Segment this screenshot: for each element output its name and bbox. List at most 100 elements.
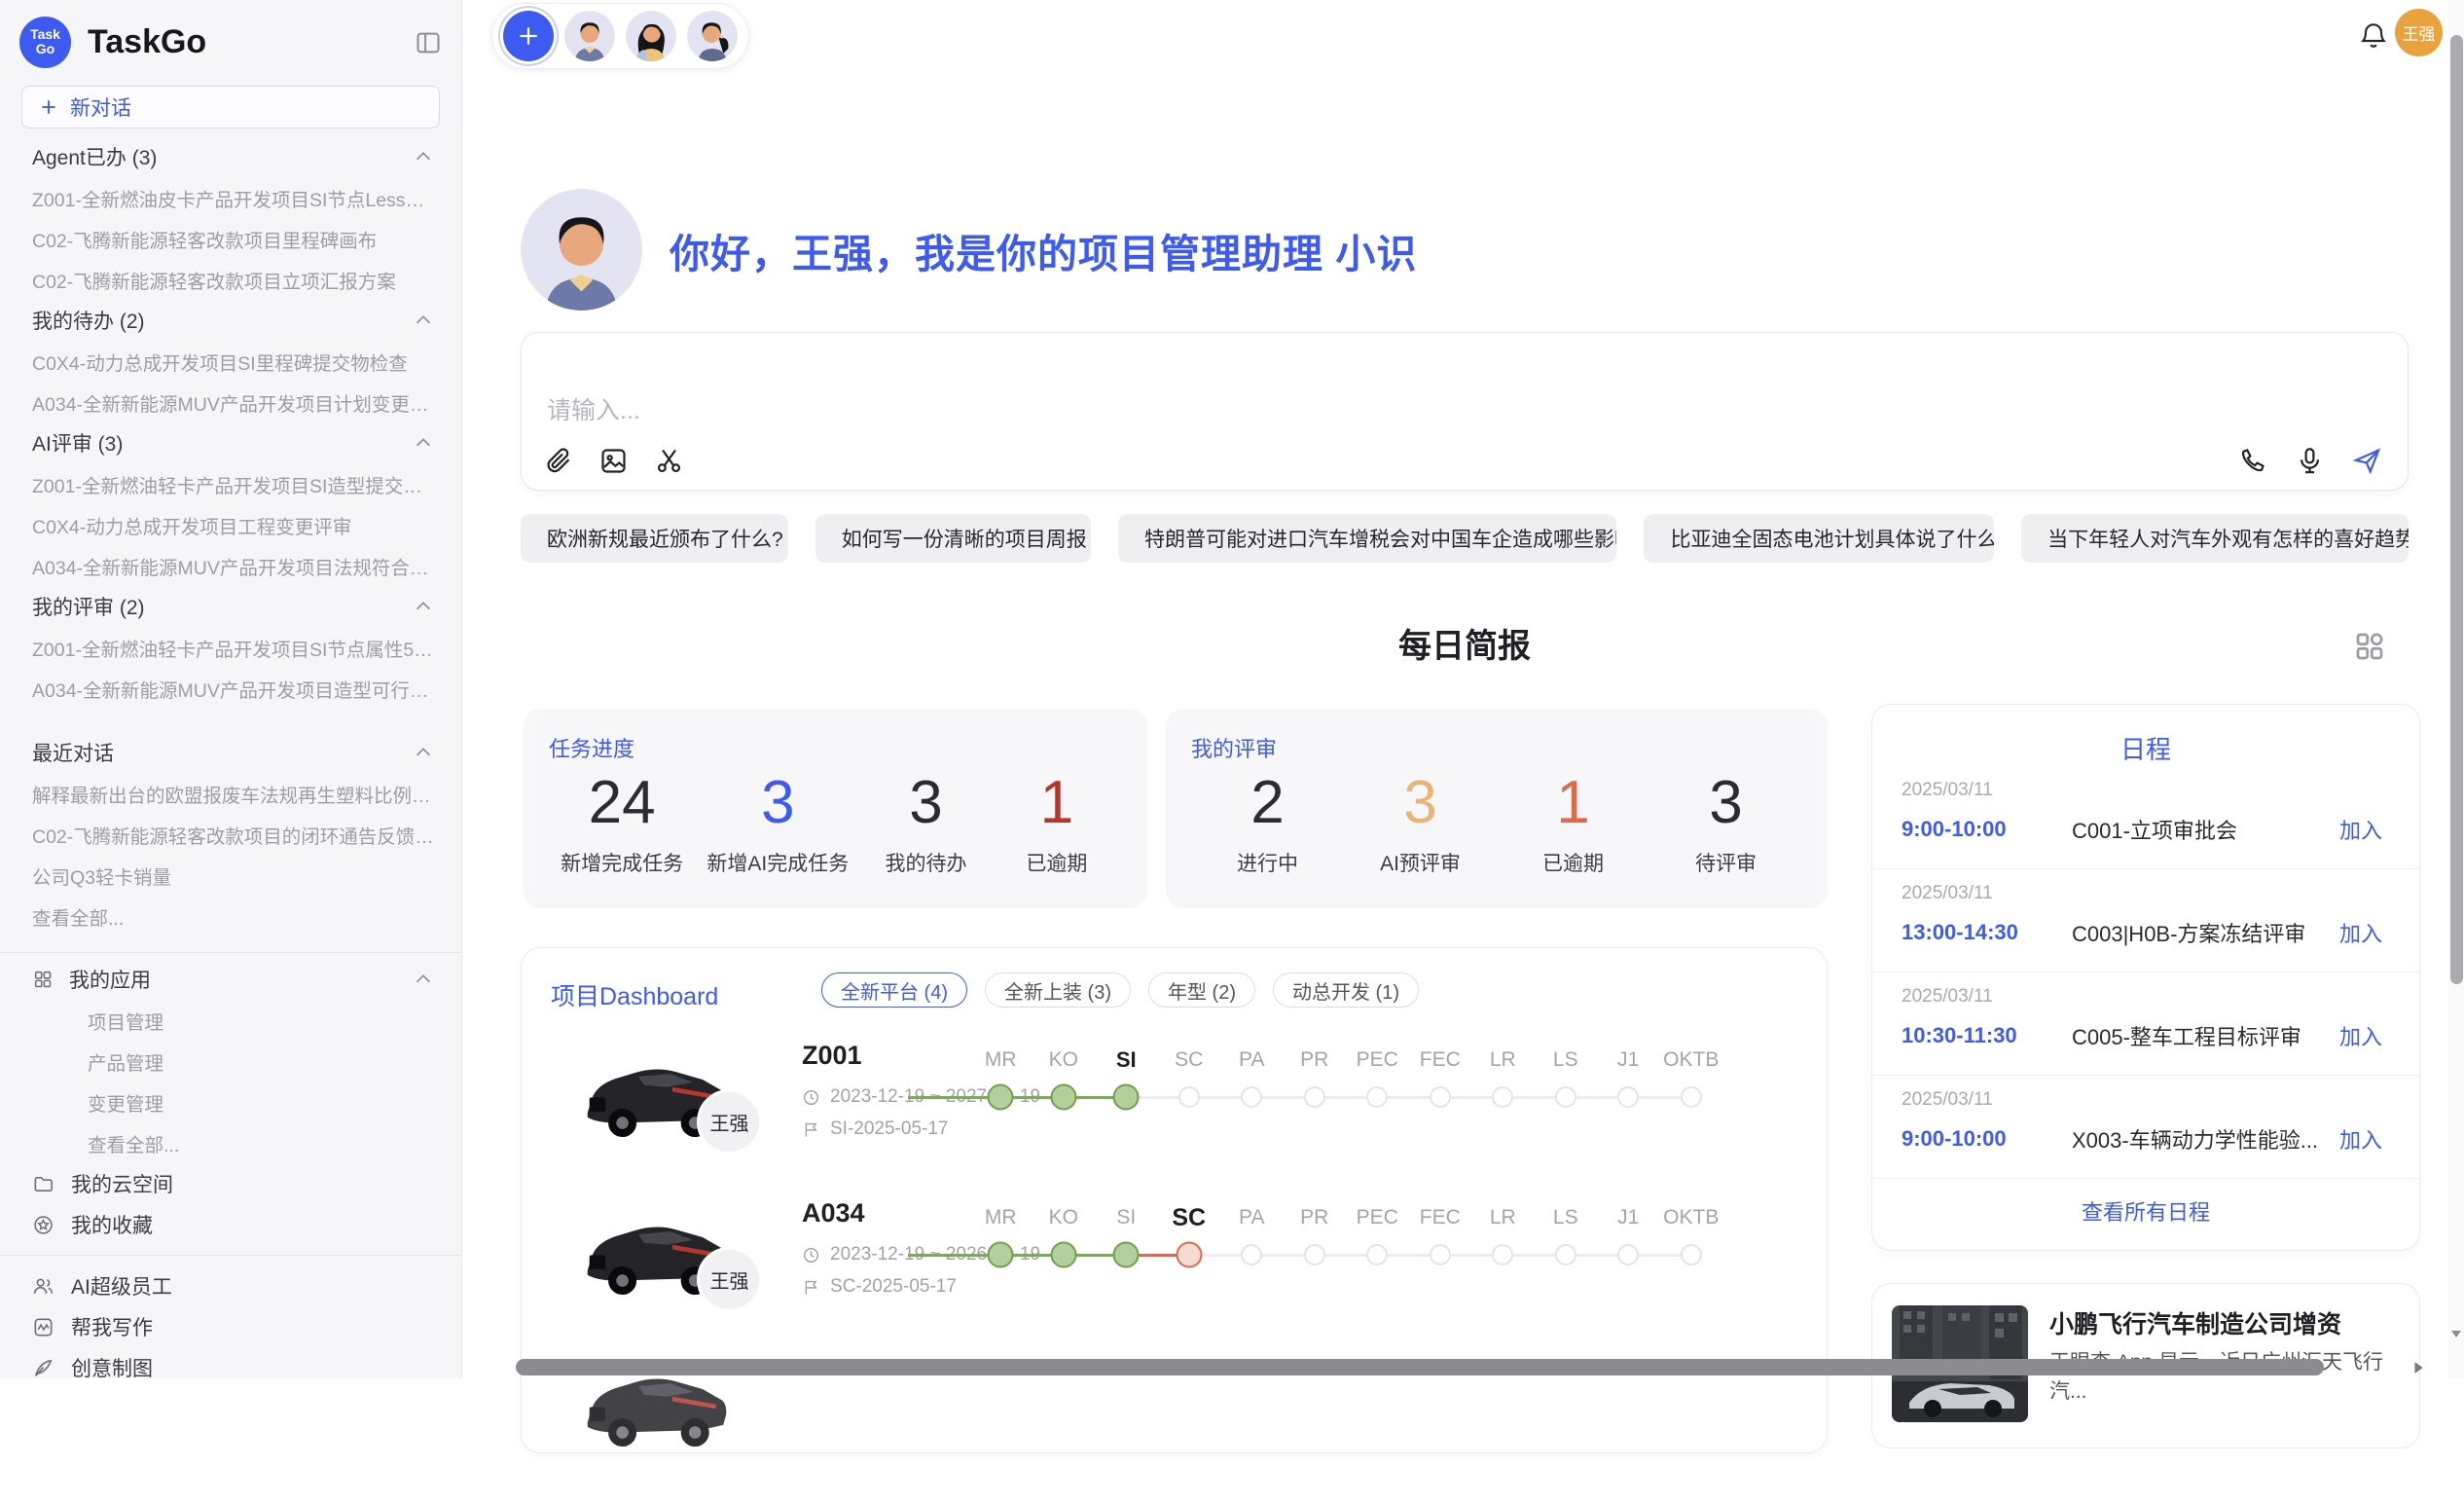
sidebar-link-AI超级员工[interactable]: AI超级员工 bbox=[0, 1265, 461, 1306]
join-meeting-link[interactable]: 加入 bbox=[2339, 814, 2382, 845]
milestone-dot bbox=[1050, 1242, 1076, 1268]
milestone-dot bbox=[1617, 1244, 1639, 1265]
sidebar-section-header[interactable]: 我的评审 (2) bbox=[0, 586, 461, 627]
view-all-schedule-link[interactable]: 查看所有日程 bbox=[1872, 1195, 2419, 1227]
milestone-label: SI bbox=[1095, 1203, 1158, 1232]
milestone-label: PEC bbox=[1346, 1045, 1409, 1075]
sidebar-task-item[interactable]: C02-飞腾新能源轻客改款项目立项汇报方案 bbox=[0, 259, 461, 300]
app-link-item[interactable]: 查看全部... bbox=[0, 1122, 461, 1163]
schedule-time: 9:00-10:00 bbox=[1902, 817, 2072, 842]
schedule-time: 13:00-14:30 bbox=[1902, 920, 2072, 945]
message-composer bbox=[521, 332, 2409, 491]
dashboard-filter-pill[interactable]: 年型 (2) bbox=[1148, 972, 1255, 1008]
stat-card: 任务进度 24 新增完成任务 3 新增AI完成任务 3 我的待办 1 已逾期 bbox=[524, 709, 1147, 908]
app-link-item[interactable]: 产品管理 bbox=[0, 1041, 461, 1081]
stat: 1 已逾期 bbox=[1003, 771, 1110, 877]
dashboard-filter-pill[interactable]: 全新上装 (3) bbox=[985, 972, 1131, 1008]
user-avatar[interactable]: 王强 bbox=[2395, 9, 2443, 56]
sidebar-section-header[interactable]: Agent已办 (3) bbox=[0, 136, 461, 177]
stat-card-title: 任务进度 bbox=[549, 732, 1122, 763]
greeting: 你好，王强，我是你的项目管理助理 小识 bbox=[521, 189, 1417, 311]
sidebar-task-item[interactable]: A034-全新新能源MUV产品开发项目造型可行性评审 bbox=[0, 668, 461, 709]
session-avatar[interactable] bbox=[626, 11, 676, 61]
recent-chat-item[interactable]: C02-飞腾新能源轻客改款项目的闭环通告反馈情况 bbox=[0, 814, 461, 855]
briefing-layout-icon[interactable] bbox=[2352, 629, 2387, 664]
sidebar-link-我的云空间[interactable]: 我的云空间 bbox=[0, 1163, 461, 1204]
dashboard-filter-pill[interactable]: 全新平台 (4) bbox=[821, 972, 967, 1008]
vertical-scrollbar-thumb[interactable] bbox=[2450, 35, 2463, 984]
sidebar-section-header[interactable]: 我的待办 (2) bbox=[0, 300, 461, 341]
greeting-text: 你好，王强，我是你的项目管理助理 小识 bbox=[670, 221, 1417, 279]
app-link-item[interactable]: 变更管理 bbox=[0, 1081, 461, 1122]
new-chat-button[interactable]: 新对话 bbox=[21, 86, 440, 128]
sidebar-link-创意制图[interactable]: 创意制图 bbox=[0, 1347, 461, 1388]
sidebar-section-title: Agent已办 (3) bbox=[32, 142, 413, 171]
notification-bell-icon[interactable] bbox=[2358, 19, 2389, 53]
microphone-icon[interactable] bbox=[2295, 446, 2325, 476]
stat-value: 3 bbox=[1673, 771, 1780, 836]
milestone-track: MR KO SI SC PA PR PEC FEC LR LS bbox=[969, 1203, 1722, 1277]
suggestion-chip[interactable]: 比亚迪全固态电池计划具体说了什么 bbox=[1644, 514, 1994, 563]
milestone-label: OKTB bbox=[1660, 1203, 1723, 1232]
milestone-dot bbox=[1050, 1084, 1076, 1111]
sidebar-collapse-icon[interactable] bbox=[415, 29, 442, 55]
sidebar-task-item[interactable]: Z001-全新燃油皮卡产品开发项目SI节点Lesson Learn报告 bbox=[0, 177, 461, 218]
sidebar-task-item[interactable]: Z001-全新燃油轻卡产品开发项目SI造型提交物评审 bbox=[0, 463, 461, 504]
milestone-dot bbox=[988, 1242, 1014, 1268]
add-session-button[interactable] bbox=[503, 11, 554, 61]
session-switcher bbox=[491, 3, 749, 69]
image-upload-icon[interactable] bbox=[598, 446, 629, 476]
recent-chat-item[interactable]: 公司Q3轻卡销量 bbox=[0, 855, 461, 896]
stat-value: 3 bbox=[1367, 771, 1474, 836]
horizontal-scrollbar-thumb[interactable] bbox=[516, 1359, 2324, 1375]
dashboard-filter-pill[interactable]: 动总开发 (1) bbox=[1273, 972, 1419, 1008]
schedule-date: 2025/03/11 bbox=[1902, 883, 2382, 904]
schedule-card: 日程 2025/03/11 9:00-10:00 C001-立项审批会 加入 2… bbox=[1871, 704, 2420, 1251]
suggestion-chip[interactable]: 特朗普可能对进口汽车增税会对中国车企造成哪些影响 bbox=[1118, 514, 1616, 563]
project-row[interactable]: 王强 A034 2023-12-19 ~ 2026-01-19 SC-2025-… bbox=[522, 1193, 1829, 1351]
milestone-label: LR bbox=[1471, 1203, 1535, 1232]
sidebar-task-item[interactable]: A034-全新新能源MUV产品开发项目法规符合性评审 bbox=[0, 545, 461, 586]
join-meeting-link[interactable]: 加入 bbox=[2339, 1123, 2382, 1155]
sidebar-section: 我的待办 (2) C0X4-动力总成开发项目SI里程碑提交物检查A034-全新新… bbox=[0, 300, 461, 422]
session-avatar[interactable] bbox=[564, 11, 615, 61]
sidebar-section-header[interactable]: AI评审 (3) bbox=[0, 422, 461, 463]
sidebar-task-item[interactable]: C0X4-动力总成开发项目工程变更评审 bbox=[0, 504, 461, 545]
sidebar-section-title: 我的待办 (2) bbox=[32, 306, 413, 335]
sidebar-task-item[interactable]: C0X4-动力总成开发项目SI里程碑提交物检查 bbox=[0, 341, 461, 382]
milestone-label: OKTB bbox=[1660, 1045, 1723, 1075]
session-avatar[interactable] bbox=[687, 11, 738, 61]
milestone-PA: PA bbox=[1220, 1203, 1284, 1277]
scroll-down-arrow-icon[interactable] bbox=[2450, 1328, 2462, 1339]
join-meeting-link[interactable]: 加入 bbox=[2339, 917, 2382, 948]
recent-chats-header[interactable]: 最近对话 bbox=[0, 732, 461, 773]
recent-chat-item[interactable]: 解释最新出台的欧盟报废车法规再生塑料比例被调至15%... bbox=[0, 773, 461, 814]
sidebar-link-帮我写作[interactable]: 帮我写作 bbox=[0, 1306, 461, 1347]
chevron-up-icon bbox=[413, 146, 434, 167]
clock-icon bbox=[802, 1088, 820, 1107]
suggestion-chip[interactable]: 如何写一份清晰的项目周报 bbox=[815, 514, 1091, 563]
milestone-LS: LS bbox=[1535, 1045, 1598, 1119]
voice-call-icon[interactable] bbox=[2237, 446, 2267, 476]
my-apps-header[interactable]: 我的应用 bbox=[0, 959, 461, 1000]
sidebar-link-我的收藏[interactable]: 我的收藏 bbox=[0, 1204, 461, 1245]
send-icon[interactable] bbox=[2352, 446, 2382, 476]
project-row[interactable]: 王强 Z001 2023-12-19 ~ 2027-01-19 SI-2025-… bbox=[522, 1036, 1829, 1193]
schedule-date: 2025/03/11 bbox=[1902, 1089, 2382, 1111]
app-link-item[interactable]: 项目管理 bbox=[0, 1000, 461, 1041]
attachment-icon[interactable] bbox=[543, 446, 573, 476]
scissors-icon[interactable] bbox=[654, 446, 684, 476]
sidebar-task-item[interactable]: Z001-全新燃油轻卡产品开发项目SI节点属性5D文件评审 bbox=[0, 627, 461, 668]
message-input[interactable] bbox=[545, 347, 2106, 481]
scroll-right-arrow-icon[interactable] bbox=[2411, 1361, 2425, 1375]
milestone-J1: J1 bbox=[1597, 1045, 1660, 1119]
sidebar-task-item[interactable]: C02-飞腾新能源轻客改款项目里程碑画布 bbox=[0, 218, 461, 259]
suggestion-chip[interactable]: 欧洲新规最近颁布了什么? bbox=[521, 514, 788, 563]
milestone-FEC: FEC bbox=[1409, 1203, 1472, 1277]
recent-view-all-link[interactable]: 查看全部... bbox=[0, 896, 461, 936]
milestone-MR: MR bbox=[969, 1045, 1033, 1119]
milestone-FEC: FEC bbox=[1409, 1045, 1472, 1119]
suggestion-chip[interactable]: 当下年轻人对汽车外观有怎样的喜好趋势 bbox=[2021, 514, 2409, 563]
sidebar-task-item[interactable]: A034-全新新能源MUV产品开发项目计划变更表编写 bbox=[0, 382, 461, 422]
join-meeting-link[interactable]: 加入 bbox=[2339, 1020, 2382, 1051]
